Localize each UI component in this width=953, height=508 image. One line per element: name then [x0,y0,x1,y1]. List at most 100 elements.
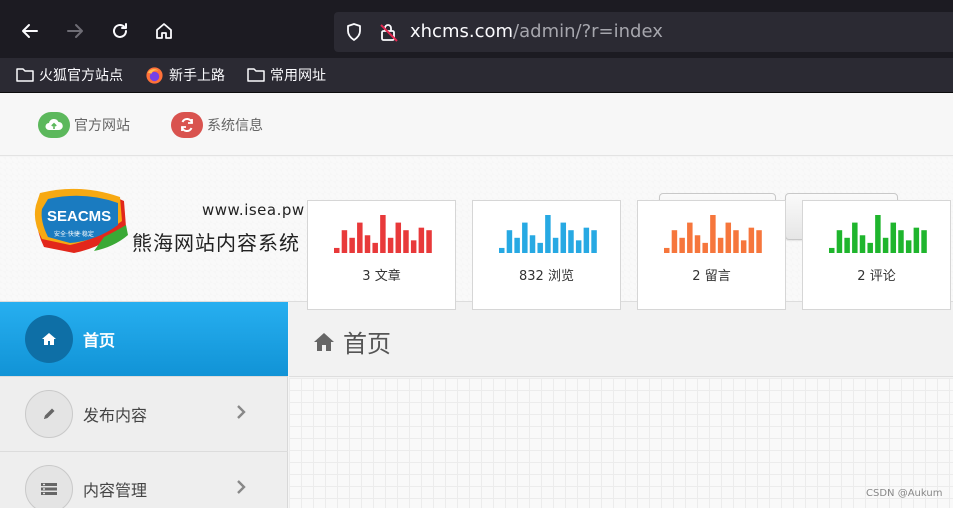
spark-bar [733,230,739,253]
spark-bar [418,227,425,253]
logo-tagline: 安全·快捷·稳定 [54,231,94,238]
spark-bar [380,215,386,253]
main-content: 首页 [289,302,953,508]
site-logo: SEACMS 安全·快捷·稳定 [34,187,130,257]
sidebar-item-publish[interactable]: 发布内容 [0,377,288,452]
spark-bar [905,240,912,253]
spark-bar [725,222,732,253]
refresh-icon [171,112,203,138]
spark-bar [694,235,701,253]
spark-bar [664,247,670,253]
page: 官方网站 系统信息 SEACMS 安全·快捷·稳定 www.isea.pw 熊海… [0,93,953,508]
spark-bar [537,242,543,253]
shield-icon [347,23,361,41]
browser-toolbar: xhcms.com/admin/?r=index [0,0,953,58]
stat-card-messages[interactable]: 2 留言 [637,200,786,310]
bookmark-label: 常用网址 [270,68,326,84]
sidebar-item-home[interactable]: 首页 [0,302,288,377]
bookmark-label: 火狐官方站点 [39,68,123,84]
spark-bar [859,235,866,253]
spark-bar [529,235,536,253]
mini-bar-chart [334,215,432,253]
cloud-upload-icon [38,112,70,138]
spark-bar [499,247,505,253]
home-icon [314,332,334,351]
reload-button[interactable] [105,16,135,46]
spark-bar [403,230,409,253]
chevron-right-icon [237,480,246,494]
spark-bar [890,222,897,253]
spark-bar [372,242,378,253]
sidebar: 首页 发布内容 内容管理 [0,302,288,508]
watermark: CSDN @Aukum [866,488,943,499]
spark-bar [334,247,340,253]
url-text[interactable]: xhcms.com/admin/?r=index [410,21,663,42]
spark-bar [740,240,747,253]
page-title: 首页 [313,324,391,359]
spark-bar [568,230,574,253]
home-icon [25,315,73,363]
spark-bar [882,237,889,253]
system-info-link[interactable]: 系统信息 [171,112,263,138]
spark-bar [426,230,432,253]
spark-bar [357,222,363,253]
arrow-left-icon [22,24,38,38]
stat-card-articles[interactable]: 3 文章 [307,200,456,310]
official-site-link[interactable]: 官方网站 [38,112,130,138]
page-title-text: 首页 [343,330,391,358]
mini-bar-chart [664,215,762,253]
spark-bar [522,222,528,253]
insecure-lock-icon [380,24,398,42]
sidebar-item-content-manage[interactable]: 内容管理 [0,452,288,508]
spark-bar [545,215,551,253]
logo-url: www.isea.pw [202,201,305,219]
bookmark-item[interactable]: 新手上路 [145,65,225,85]
spark-bar [671,230,678,253]
home-button[interactable] [149,16,179,46]
stats-area [289,378,953,508]
spark-bar [560,222,567,253]
sidebar-item-label: 首页 [83,331,116,350]
forward-button[interactable] [60,16,90,46]
back-button[interactable] [15,16,45,46]
pencil-icon [25,390,73,438]
stat-card-comments[interactable]: 2 评论 [802,200,951,310]
spark-bar [756,230,762,253]
firefox-icon [146,66,163,84]
spark-bar [717,237,724,253]
spark-bar [364,235,371,253]
home-outline-icon [156,23,172,39]
stat-label: 3 文章 [362,269,401,284]
chevron-right-icon [237,405,246,419]
stat-card-views[interactable]: 832 浏览 [472,200,621,310]
spark-bar [387,237,394,253]
stat-label: 2 评论 [857,269,896,284]
spark-bar [852,222,858,253]
arrow-right-icon [67,24,83,38]
spark-bar [395,222,402,253]
top-link-bar: 官方网站 系统信息 [0,93,953,156]
official-site-label: 官方网站 [74,118,130,134]
list-icon [25,465,73,508]
folder-icon [247,68,265,82]
spark-bar [349,237,355,253]
mini-bar-chart [499,215,597,253]
bookmarks-bar: 火狐官方站点 新手上路 常用网址 [0,58,953,93]
sidebar-item-label: 内容管理 [83,481,148,500]
spark-bar [341,230,348,253]
spark-bar [836,230,843,253]
folder-icon [16,68,34,82]
spark-bar [591,230,597,253]
system-info-label: 系统信息 [207,118,263,134]
spark-bar [748,227,755,253]
spark-bar [575,240,582,253]
spark-bar [687,222,693,253]
bookmark-item[interactable]: 火狐官方站点 [16,65,123,85]
reload-icon [113,23,127,38]
spark-bar [710,215,716,253]
bookmark-item[interactable]: 常用网址 [247,65,326,85]
spark-bar [679,237,685,253]
bookmark-label: 新手上路 [169,68,225,84]
spark-bar [506,230,513,253]
spark-bar [514,237,520,253]
